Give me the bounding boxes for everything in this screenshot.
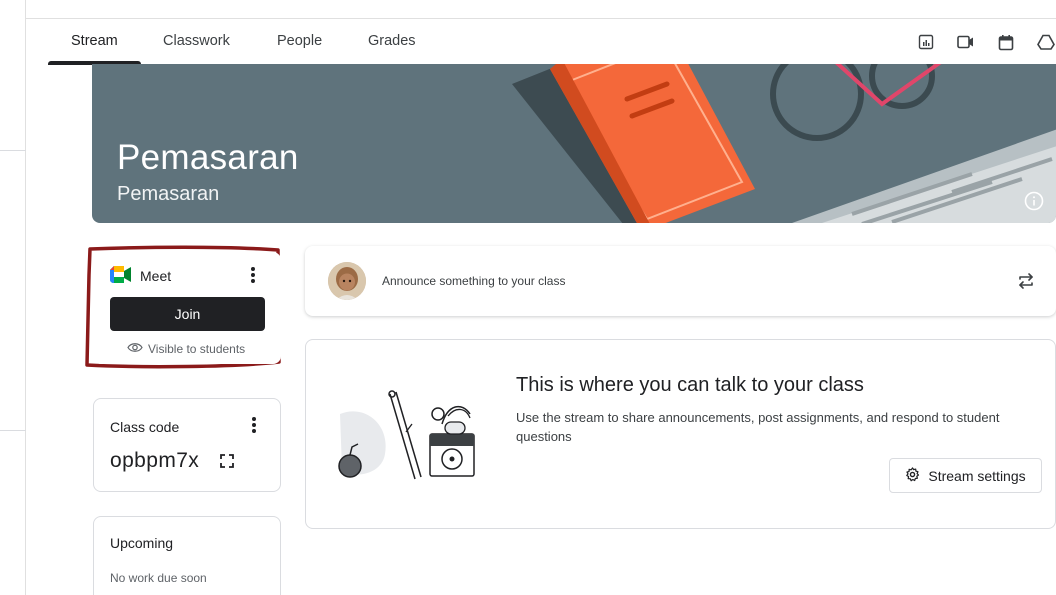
left-rail [0, 0, 26, 595]
info-icon[interactable] [1024, 191, 1044, 211]
class-title: Pemasaran [117, 138, 299, 177]
top-tab-bar: Stream Classwork People Grades [26, 18, 1056, 65]
empty-stream-description: Use the stream to share announcements, p… [516, 410, 1000, 444]
stream-illustration [338, 390, 475, 480]
avatar [328, 262, 366, 300]
upcoming-label: Upcoming [110, 535, 174, 551]
announce-input[interactable]: Announce something to your class [382, 274, 565, 288]
visibility-label: Visible to students [148, 342, 246, 356]
toolbar-icons [916, 32, 1056, 52]
stream-settings-label: Stream settings [928, 467, 1026, 484]
drive-icon[interactable] [1036, 32, 1056, 52]
empty-stream-title: This is where you can talk to your class [516, 374, 864, 396]
class-code-card: Class code opbpm7x [93, 398, 281, 492]
empty-stream-card: This is where you can talk to your class… [305, 339, 1056, 529]
class-subtitle: Pemasaran [117, 183, 220, 205]
upcoming-empty-text: No work due soon [110, 571, 207, 585]
gear-icon [905, 466, 920, 485]
announce-box[interactable]: Announce something to your class [305, 246, 1056, 316]
class-code-label: Class code [110, 419, 180, 435]
fullscreen-icon[interactable] [220, 454, 234, 468]
meet-title: Meet [140, 268, 172, 284]
rail-divider [0, 430, 26, 431]
more-options-icon[interactable] [250, 265, 256, 285]
calendar-icon[interactable] [996, 32, 1016, 52]
rail-divider [0, 150, 26, 151]
eye-icon [127, 342, 143, 356]
tab-grades[interactable]: Grades [368, 33, 416, 49]
class-code-value: opbpm7x [110, 449, 200, 472]
google-meet-icon [110, 266, 132, 286]
meet-card: Meet Join Visible to students [93, 252, 281, 364]
join-button[interactable]: Join [110, 297, 265, 331]
meet-header: Meet [110, 266, 171, 286]
more-options-icon[interactable] [251, 415, 257, 435]
video-camera-icon[interactable] [956, 32, 976, 52]
tab-people[interactable]: People [277, 33, 322, 49]
tab-stream[interactable]: Stream [71, 33, 118, 49]
class-banner: Pemasaran Pemasaran [92, 64, 1056, 223]
gradebook-icon[interactable] [916, 32, 936, 52]
upcoming-card: Upcoming No work due soon [93, 516, 281, 595]
stream-settings-button[interactable]: Stream settings [889, 458, 1042, 493]
visibility-status: Visible to students [127, 342, 245, 356]
tab-classwork[interactable]: Classwork [163, 33, 230, 49]
repost-icon[interactable] [1016, 271, 1036, 291]
